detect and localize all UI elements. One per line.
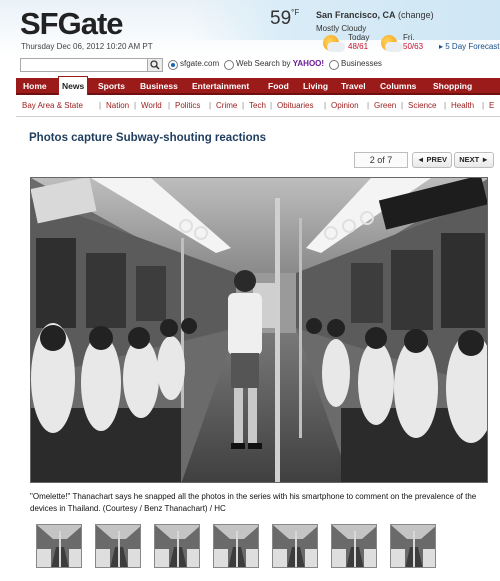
nav-food[interactable]: Food: [268, 78, 289, 95]
gallery-thumbnail[interactable]: [272, 524, 318, 568]
thumbnail-image: [37, 525, 81, 567]
search-icon: [150, 60, 160, 70]
cloud-icon: [385, 42, 403, 52]
change-location-link[interactable]: (change): [398, 10, 434, 20]
next-button[interactable]: NEXT ►: [454, 152, 494, 168]
thumbnail-image: [391, 525, 435, 567]
radio-businesses[interactable]: [329, 60, 339, 70]
thumbnail-image: [155, 525, 199, 567]
nav-living[interactable]: Living: [303, 78, 328, 95]
thumbnail-image: [96, 525, 140, 567]
radio-web-search[interactable]: [224, 60, 234, 70]
gallery-thumbnail[interactable]: [331, 524, 377, 568]
subnav-tech[interactable]: Tech: [249, 101, 266, 110]
search-bar: sfgate.com Web Search by YAHOO! Business…: [0, 58, 500, 76]
weather-sky-banner: [190, 0, 500, 40]
subnav-politics[interactable]: Politics: [175, 101, 200, 110]
nav-travel[interactable]: Travel: [341, 78, 366, 95]
weather-condition: Mostly Cloudy: [316, 24, 367, 33]
thumbnail-image: [332, 525, 376, 567]
search-input[interactable]: [20, 58, 148, 72]
weather-location: San Francisco, CA (change): [316, 10, 434, 20]
search-button[interactable]: [147, 58, 163, 72]
subnav-opinion[interactable]: Opinion: [331, 101, 359, 110]
gallery-thumbnail[interactable]: [213, 524, 259, 568]
radio-label-sfgate: sfgate.com: [180, 59, 220, 68]
gallery-photo[interactable]: [30, 177, 488, 483]
nav-news[interactable]: News: [58, 76, 89, 95]
subnav-world[interactable]: World: [141, 101, 162, 110]
subnav-obituaries[interactable]: Obituaries: [277, 101, 313, 110]
section-subnav: Bay Area & State | Nation | World | Poli…: [22, 101, 495, 110]
subnav-bay-area[interactable]: Bay Area & State: [22, 101, 83, 110]
nav-home[interactable]: Home: [23, 78, 47, 95]
subnav-health[interactable]: Health: [451, 101, 474, 110]
subnav-divider: [16, 116, 500, 117]
nav-sports[interactable]: Sports: [98, 78, 125, 95]
prev-button[interactable]: ◄ PREV: [412, 152, 452, 168]
subnav-e[interactable]: E: [489, 101, 494, 110]
subnav-science[interactable]: Science: [408, 101, 436, 110]
friday-forecast: Fri. 50/63: [403, 33, 424, 51]
nav-entertainment[interactable]: Entertainment: [192, 78, 249, 95]
sfgate-logo[interactable]: SFGate: [20, 6, 124, 42]
subnav-crime[interactable]: Crime: [216, 101, 237, 110]
radio-label-businesses: Businesses: [341, 59, 382, 68]
thumbnail-image: [273, 525, 317, 567]
header-datetime: Thursday Dec 06, 2012 10:20 AM PT: [21, 42, 153, 51]
main-navigation: Home News Sports Business Entertainment …: [16, 76, 500, 95]
photo-caption: "Omelette!" Thanachart says he snapped a…: [30, 492, 477, 513]
photo-counter: 2 of 7: [354, 152, 408, 168]
thumbnail-image: [214, 525, 258, 567]
gallery-title: Photos capture Subway-shouting reactions: [29, 132, 267, 144]
nav-business[interactable]: Business: [140, 78, 178, 95]
radio-label-web-search: Web Search by YAHOO!: [236, 59, 325, 68]
cloud-icon: [327, 42, 345, 52]
nav-shopping[interactable]: Shopping: [433, 78, 472, 95]
today-forecast: Today 48/61: [348, 33, 370, 51]
gallery-thumbnail[interactable]: [36, 524, 82, 568]
gallery-thumbnail[interactable]: [95, 524, 141, 568]
five-day-forecast-link[interactable]: ▸ 5 Day Forecast: [439, 42, 500, 51]
subway-photo-image: [31, 178, 487, 482]
gallery-thumbnail[interactable]: [390, 524, 436, 568]
subnav-nation[interactable]: Nation: [106, 101, 129, 110]
radio-sfgate[interactable]: [168, 60, 178, 70]
current-temperature: 59°F: [270, 8, 300, 29]
gallery-thumbnail[interactable]: [154, 524, 200, 568]
subnav-green[interactable]: Green: [374, 101, 396, 110]
site-header: SFGate Thursday Dec 06, 2012 10:20 AM PT…: [0, 0, 500, 58]
nav-columns[interactable]: Columns: [380, 78, 416, 95]
